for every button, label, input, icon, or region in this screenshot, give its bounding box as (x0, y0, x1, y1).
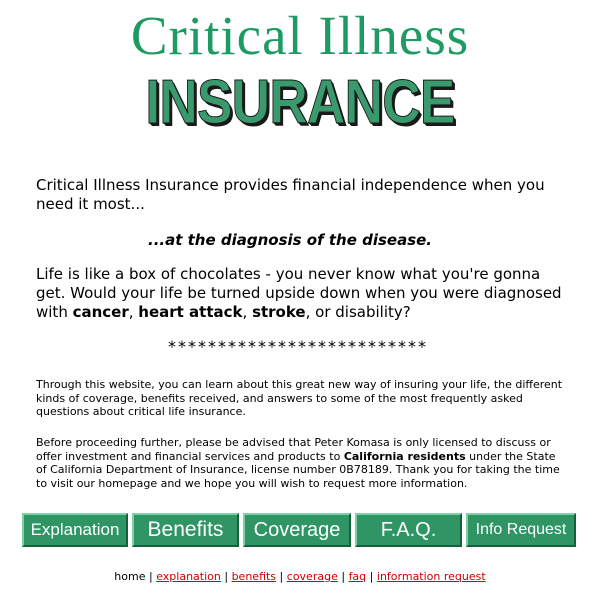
explanation-button-label: Explanation (30, 520, 120, 539)
california-residents-text: California residents (343, 449, 466, 463)
benefits-button[interactable]: Benefits (132, 513, 239, 547)
footer-link-benefits[interactable]: benefits (232, 570, 276, 583)
intro-text: Critical Illness Insurance provides fina… (36, 176, 545, 213)
benefits-button-label: Benefits (147, 518, 224, 541)
footer-link-information-request[interactable]: information request (377, 570, 486, 583)
para2-sep-2: , (242, 303, 253, 321)
page-title-critical-illness: Critical Illness (130, 5, 470, 66)
footer-links: home | explanation | benefits | coverage… (0, 570, 600, 584)
info-request-button-label: Info Request (475, 521, 567, 538)
explanation-button[interactable]: Explanation (22, 513, 128, 547)
footer-link-coverage[interactable]: coverage (287, 570, 338, 583)
footer-link-faq[interactable]: faq (349, 570, 367, 583)
tagline: ...at the diagnosis of the disease. (148, 231, 432, 249)
chocolates-paragraph: Life is like a box of chocolates - you n… (36, 265, 566, 322)
info-request-button[interactable]: Info Request (466, 513, 576, 547)
license-disclaimer-paragraph: Before proceeding further, please be adv… (36, 436, 564, 490)
footer-separator: | (224, 570, 229, 583)
cancer-text: cancer (72, 303, 129, 321)
star-divider: ************************** (168, 337, 428, 356)
para2-text-2: , or disability? (305, 303, 411, 321)
page-title-insurance: INSURANCE (145, 68, 456, 138)
footer-link-explanation[interactable]: explanation (156, 570, 221, 583)
faq-button[interactable]: F.A.Q. (355, 513, 462, 547)
heart-attack-text: heart attack (138, 303, 243, 321)
para2-sep-1: , (128, 303, 139, 321)
footer-separator: | (341, 570, 346, 583)
coverage-button-label: Coverage (253, 519, 341, 541)
footer-separator: | (279, 570, 284, 583)
website-info-paragraph: Through this website, you can learn abou… (36, 378, 563, 418)
faq-button-label: F.A.Q. (380, 519, 437, 541)
footer-home: home (114, 570, 146, 583)
stroke-text: stroke (252, 303, 306, 321)
coverage-button[interactable]: Coverage (243, 513, 351, 547)
footer-separator: | (369, 570, 374, 583)
footer-separator: | (148, 570, 153, 583)
